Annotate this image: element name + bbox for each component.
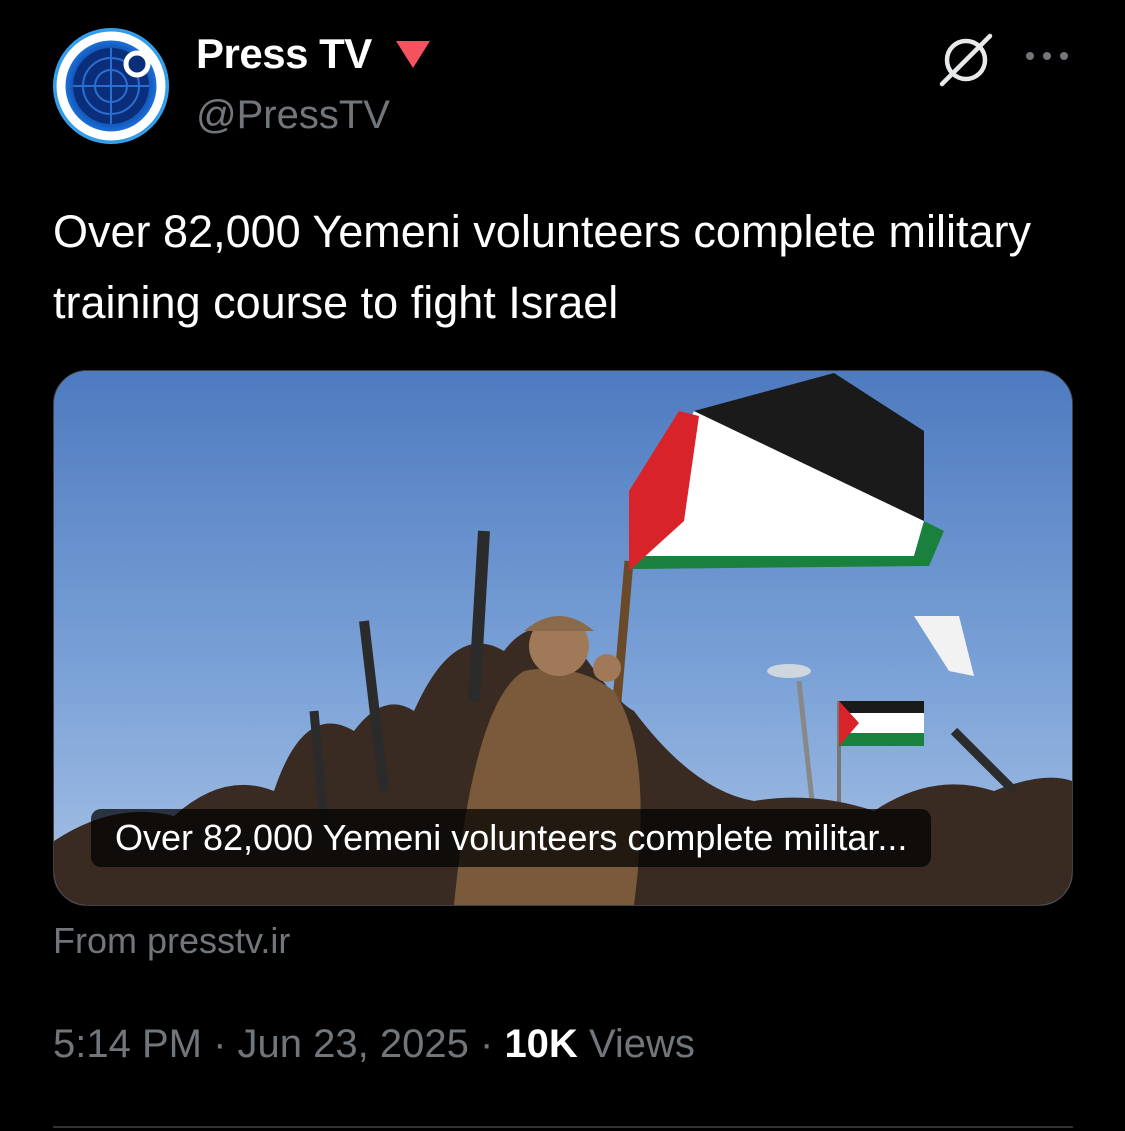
link-source[interactable]: From presstv.ir: [53, 920, 290, 962]
author-handle[interactable]: @PressTV: [196, 93, 390, 138]
divider: [53, 1126, 1073, 1128]
tweet-meta: 5:14 PM · Jun 23, 2025 · 10K Views: [53, 1022, 695, 1067]
link-card[interactable]: Over 82,000 Yemeni volunteers complete m…: [53, 370, 1073, 906]
author-display-name[interactable]: Press TV: [196, 30, 372, 78]
tweet-time[interactable]: 5:14 PM: [53, 1022, 202, 1066]
author-avatar[interactable]: [53, 28, 169, 144]
views-count[interactable]: 10K: [504, 1022, 577, 1066]
link-card-title: Over 82,000 Yemeni volunteers complete m…: [91, 809, 932, 867]
tweet-text: Over 82,000 Yemeni volunteers complete m…: [53, 206, 1032, 328]
red-downward-triangle-icon: [395, 41, 430, 68]
tweet-date[interactable]: Jun 23, 2025: [238, 1022, 469, 1066]
grok-icon[interactable]: [936, 30, 996, 90]
author-name-row[interactable]: Press TV: [196, 30, 432, 78]
meta-separator: ·: [213, 1022, 227, 1066]
more-dots-icon[interactable]: [1023, 44, 1071, 68]
views-label[interactable]: Views: [589, 1022, 695, 1066]
presstv-logo-icon: [56, 31, 166, 141]
meta-separator: ·: [479, 1022, 494, 1066]
